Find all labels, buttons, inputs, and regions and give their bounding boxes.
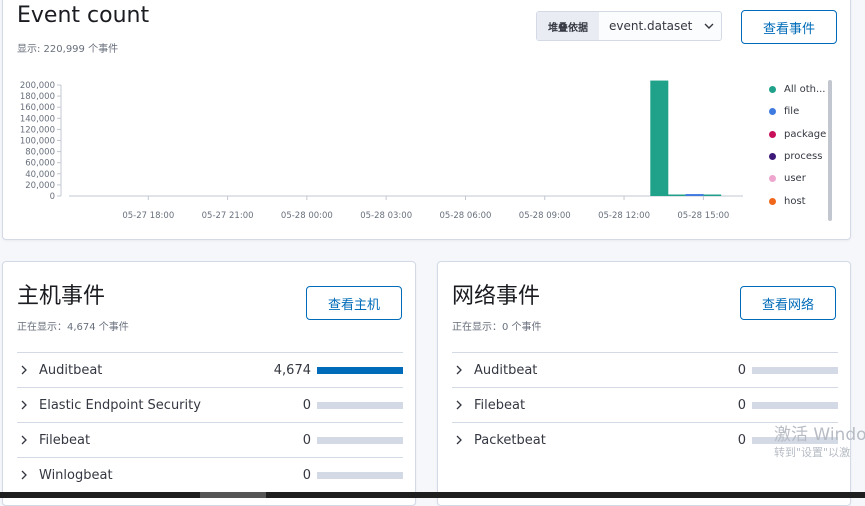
host-events-subtitle: 正在显示：4,674 个事件 <box>17 322 129 333</box>
legend-item[interactable]: package <box>769 129 826 140</box>
x-tick-label: 05-28 06:00 <box>440 211 492 221</box>
y-tick-label: 200,000 <box>20 81 55 91</box>
legend-item[interactable]: user <box>769 173 806 184</box>
legend-item[interactable]: process <box>769 151 822 162</box>
bar <box>685 194 704 196</box>
y-tick-label: 160,000 <box>20 103 55 113</box>
y-tick-label: 20,000 <box>25 181 55 191</box>
legend-label: All oth... <box>784 84 826 95</box>
table-row[interactable]: Filebeat 0 <box>452 387 838 422</box>
chevron-right-icon[interactable] <box>17 365 39 375</box>
legend-label: host <box>784 195 806 207</box>
y-tick-label: 140,000 <box>20 114 55 124</box>
taskbar <box>0 492 865 498</box>
row-bar-fill <box>317 366 403 374</box>
x-tick-label: 05-27 18:00 <box>122 211 174 221</box>
event-count-chart: 200,000180,000160,000140,000120,000 100,0… <box>20 80 743 221</box>
legend-label: process <box>784 150 823 162</box>
x-tick-label: 05-28 15:00 <box>677 211 729 221</box>
legend-color-dot <box>769 108 776 116</box>
row-name: Filebeat <box>474 397 526 413</box>
row-name: Winlogbeat <box>39 467 113 483</box>
table-row[interactable]: Filebeat 0 <box>17 422 403 457</box>
legend-color-dot <box>769 175 776 183</box>
stack-by-select[interactable]: 堆叠依据 event.dataset <box>536 11 722 41</box>
event-count-title: Event count <box>17 3 150 28</box>
row-bar <box>317 366 403 374</box>
legend-color-dot <box>769 152 776 160</box>
y-tick-label: 0 <box>50 192 55 202</box>
legend-label: package <box>784 128 827 140</box>
event-count-subtitle: 显示: 220,999 个事件 <box>17 44 119 55</box>
chevron-right-icon[interactable] <box>17 470 39 480</box>
network-events-panel: 网络事件 正在显示：0 个事件 查看网络 Auditbeat 0 Filebeat 0… <box>437 261 851 506</box>
row-name: Auditbeat <box>39 362 103 378</box>
taskbar-item[interactable] <box>200 492 266 498</box>
legend-scrollbar[interactable] <box>828 80 832 221</box>
network-events-title: 网络事件 <box>452 284 541 309</box>
row-name: Auditbeat <box>474 362 538 378</box>
x-tick-label: 05-28 09:00 <box>519 211 571 221</box>
chevron-right-icon[interactable] <box>17 400 39 410</box>
y-tick-label: 40,000 <box>25 170 55 180</box>
event-count-panel: Event count 显示: 220,999 个事件 堆叠依据 event.d… <box>2 0 851 240</box>
y-tick-label: 180,000 <box>20 92 55 102</box>
chevron-right-icon[interactable] <box>452 435 474 445</box>
chevron-down-icon[interactable] <box>697 12 721 40</box>
network-events-subtitle: 正在显示：0 个事件 <box>452 322 542 333</box>
stack-by-value: event.dataset <box>609 19 693 33</box>
stack-by-label: 堆叠依据 <box>537 12 599 40</box>
y-tick-label: 120,000 <box>20 125 55 135</box>
x-tick-label: 05-28 03:00 <box>360 211 412 221</box>
chevron-right-icon[interactable] <box>17 435 39 445</box>
view-network-button[interactable]: 查看网络 <box>740 286 836 320</box>
legend-item[interactable]: file <box>769 106 799 117</box>
legend-item[interactable]: host <box>769 196 806 207</box>
activation-watermark-title: 激活 Windo <box>774 425 865 445</box>
y-tick-label: 60,000 <box>25 159 55 169</box>
row-name: Filebeat <box>39 432 91 448</box>
bar <box>667 194 686 196</box>
row-count: 0 <box>302 397 311 413</box>
y-tick-label: 80,000 <box>25 148 55 158</box>
row-bar <box>317 436 403 444</box>
legend-label: user <box>784 173 806 185</box>
row-name: Packetbeat <box>474 432 546 448</box>
chevron-right-icon[interactable] <box>452 365 474 375</box>
y-tick-label: 100,000 <box>20 137 55 147</box>
row-bar <box>317 401 403 409</box>
bar <box>703 194 722 196</box>
row-count: 0 <box>737 362 746 378</box>
x-tick-label: 05-28 00:00 <box>281 211 333 221</box>
row-bar <box>752 401 838 409</box>
legend-item[interactable]: All oth... <box>769 84 826 95</box>
table-row[interactable]: Auditbeat 4,674 <box>17 352 403 387</box>
view-hosts-button[interactable]: 查看主机 <box>306 286 402 320</box>
view-events-button[interactable]: 查看事件 <box>741 10 837 44</box>
x-tick-label: 05-27 21:00 <box>202 211 254 221</box>
host-events-panel: 主机事件 正在显示：4,674 个事件 查看主机 Auditbeat 4,674 E… <box>2 261 416 506</box>
legend-color-dot <box>769 197 776 205</box>
row-name: Elastic Endpoint Security <box>39 397 201 413</box>
row-count: 0 <box>302 432 311 448</box>
activation-watermark-subtitle: 转到"设置"以激 <box>774 446 851 459</box>
x-tick-label: 05-28 12:00 <box>598 211 650 221</box>
legend-color-dot <box>769 86 776 93</box>
chevron-right-icon[interactable] <box>452 400 474 410</box>
row-count: 0 <box>737 432 746 448</box>
row-bar <box>317 471 403 479</box>
row-bar <box>752 366 838 374</box>
bar <box>650 80 669 196</box>
host-events-title: 主机事件 <box>17 284 106 309</box>
row-count: 0 <box>737 397 746 413</box>
row-count: 4,674 <box>273 362 311 378</box>
table-row[interactable]: Elastic Endpoint Security 0 <box>17 387 403 422</box>
row-count: 0 <box>302 467 311 483</box>
table-row[interactable]: Winlogbeat 0 <box>17 457 403 492</box>
table-row[interactable]: Auditbeat 0 <box>452 352 838 387</box>
legend-color-dot <box>769 130 776 138</box>
legend-label: file <box>784 106 800 118</box>
